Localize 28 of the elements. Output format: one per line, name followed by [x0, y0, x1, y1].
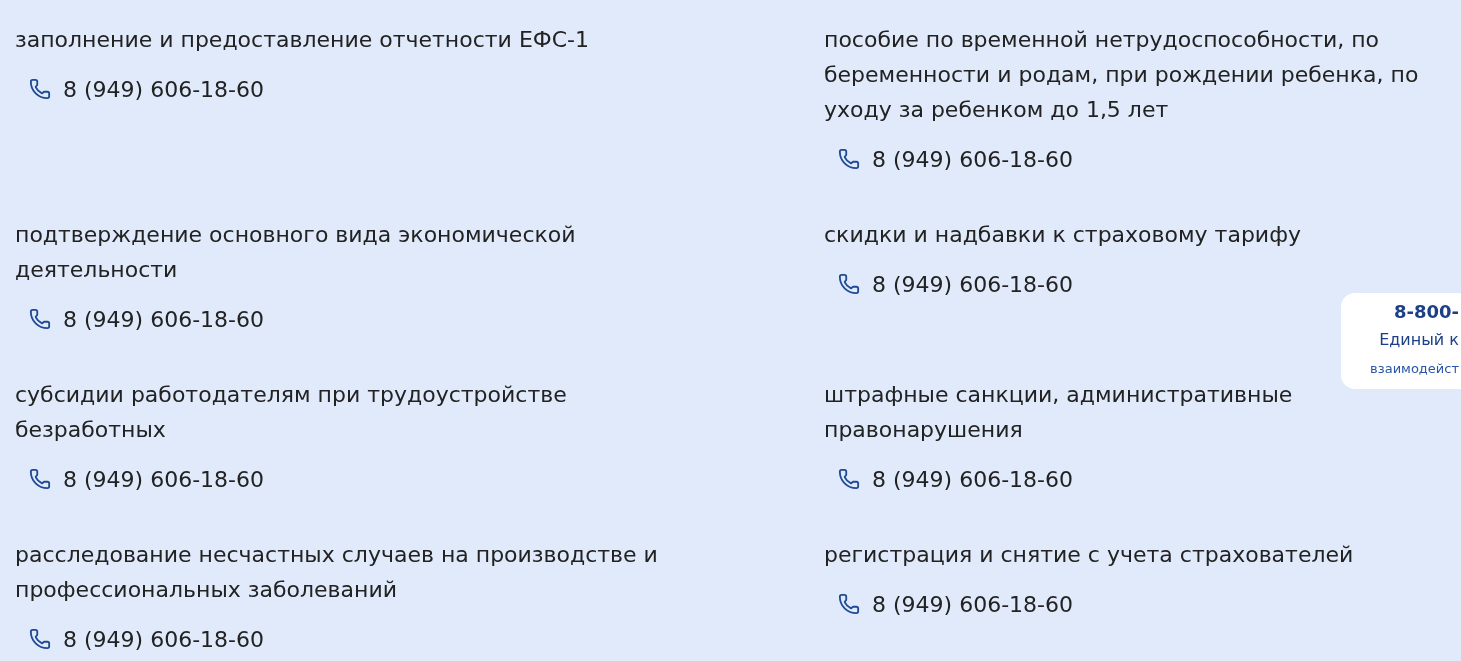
topic-text: пособие по временной нетрудоспособности, по беременности и родам, при рождении ребенка, по уходу за ребенком до 1,5 лет	[824, 27, 1419, 122]
phone-link[interactable]: 8 (949) 606-18-60	[29, 72, 264, 106]
hotline-title: Единый к	[1379, 329, 1459, 351]
phone-icon	[838, 148, 860, 170]
phone-icon	[29, 628, 51, 650]
phone-icon	[29, 468, 51, 490]
phone-icon	[29, 78, 51, 100]
phone-link[interactable]: 8 (949) 606-18-60	[838, 142, 1073, 176]
topic-text: регистрация и снятие с учета страхователей	[824, 542, 1354, 567]
phone-icon	[838, 273, 860, 295]
topic-text: расследование несчастных случаев на производстве и профессиональных заболеваний	[15, 542, 658, 602]
phone-icon	[29, 308, 51, 330]
topic-text: штрафные санкции, административные правонарушения	[824, 382, 1293, 442]
hotline-phone: 8-800-	[1393, 300, 1459, 324]
phone-link[interactable]: 8 (949) 606-18-60	[29, 302, 264, 336]
topic-text: подтверждение основного вида экономической деятельности	[15, 222, 576, 282]
phone-link[interactable]: 8 (949) 606-18-60	[29, 462, 264, 496]
phone-icon	[838, 468, 860, 490]
phone-link[interactable]: 8 (949) 606-18-60	[838, 462, 1073, 496]
phone-icon	[838, 593, 860, 615]
topic-text: заполнение и предоставление отчетности ЕФС-1	[15, 27, 590, 52]
topic-text: субсидии работодателям при трудоустройстве безработных	[15, 382, 567, 442]
phone-link[interactable]: 8 (949) 606-18-60	[838, 267, 1073, 301]
hotline-card[interactable]: 8-800- Единый к взаимодейст	[1341, 293, 1461, 389]
phone-link[interactable]: 8 (949) 606-18-60	[838, 587, 1073, 621]
phone-link[interactable]: 8 (949) 606-18-60	[29, 622, 264, 656]
topic-text: скидки и надбавки к страховому тарифу	[824, 222, 1301, 247]
hotline-subtitle: взаимодейст	[1370, 360, 1459, 378]
